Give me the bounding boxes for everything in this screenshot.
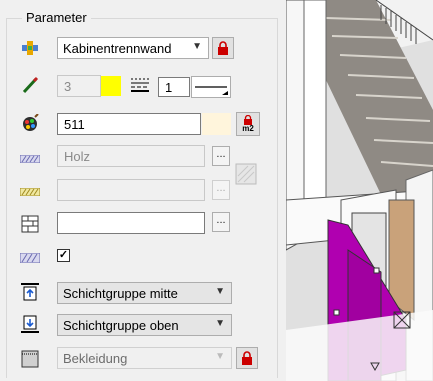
top-ref-select[interactable]: Schichtgruppe mitte ▼ xyxy=(57,282,232,304)
lock-button[interactable] xyxy=(212,37,234,59)
pen-input[interactable]: 3 xyxy=(57,75,101,97)
bottom-ref-select[interactable]: Schichtgruppe oben ▼ xyxy=(57,314,232,336)
layer-icon xyxy=(20,249,40,267)
attribute-value: Bekleidung xyxy=(63,350,128,366)
material-input[interactable]: 511 xyxy=(57,113,201,135)
attribute-lock-button[interactable] xyxy=(236,347,258,369)
bottom-ref-icon xyxy=(20,315,40,334)
surface-input[interactable]: Holz xyxy=(57,145,205,167)
attribute-icon xyxy=(20,350,40,368)
chevron-down-icon: ▼ xyxy=(215,318,225,329)
line-type-select[interactable] xyxy=(191,76,231,98)
brick-input[interactable] xyxy=(57,212,205,234)
lock-icon xyxy=(218,41,228,55)
line-style-value: 1 xyxy=(165,79,173,95)
component-type-value: Kabinentrennwand xyxy=(63,40,172,56)
surface-icon xyxy=(20,150,40,168)
fill-color-swatch[interactable] xyxy=(101,76,121,96)
component-type-select[interactable]: Kabinentrennwand ▼ xyxy=(57,37,209,59)
attribute-select[interactable]: Bekleidung ▼ xyxy=(57,347,232,369)
chevron-down-icon: ▼ xyxy=(215,351,225,362)
3d-viewport[interactable] xyxy=(286,0,433,381)
parameter-panel: Parameter Kabinentrennwand ▼ 3 1 511 m2 xyxy=(0,0,286,381)
enable-checkbox[interactable]: ✓ xyxy=(57,249,70,262)
pen-icon xyxy=(20,76,40,94)
surface-browse-button[interactable]: ... xyxy=(212,146,230,166)
pattern-icon xyxy=(20,183,40,201)
hatch-icon[interactable] xyxy=(234,162,258,189)
top-ref-value: Schichtgruppe mitte xyxy=(63,285,178,301)
color-palette-icon xyxy=(20,114,40,132)
brick-icon xyxy=(20,215,40,233)
pattern-browse-button[interactable]: ... xyxy=(212,180,230,200)
lock-icon xyxy=(242,351,252,365)
lock-m2-label: m2 xyxy=(242,124,254,133)
linestyle-icon xyxy=(130,77,150,96)
chevron-down-icon: ▼ xyxy=(192,41,202,52)
pen-value: 3 xyxy=(64,78,72,94)
check-mark: ✓ xyxy=(58,249,69,261)
top-ref-icon xyxy=(20,283,40,301)
component-icon xyxy=(20,39,40,57)
lock-m2-button[interactable]: m2 xyxy=(236,112,260,136)
chevron-down-icon: ▼ xyxy=(215,286,225,297)
material-color-swatch[interactable] xyxy=(202,113,231,135)
building-scene-illustration xyxy=(286,0,433,381)
material-value: 511 xyxy=(64,116,85,132)
brick-browse-button[interactable]: ... xyxy=(212,212,230,232)
line-style-input[interactable]: 1 xyxy=(158,77,190,97)
pattern-input[interactable] xyxy=(57,179,205,201)
bottom-ref-value: Schichtgruppe oben xyxy=(63,317,179,333)
group-title: Parameter xyxy=(22,10,91,25)
surface-value: Holz xyxy=(64,148,91,164)
